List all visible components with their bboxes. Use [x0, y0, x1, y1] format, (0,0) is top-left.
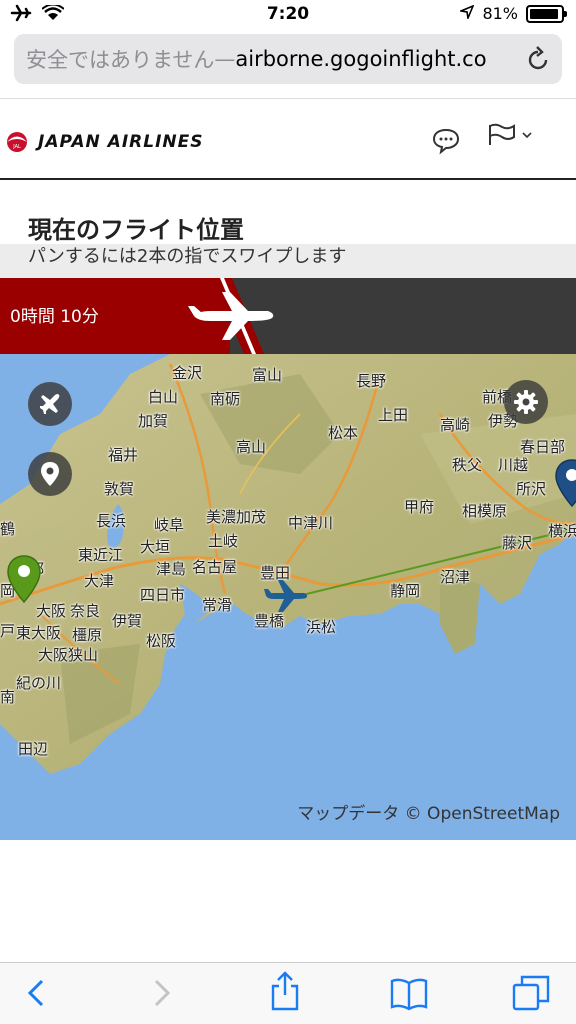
city-label: 松本	[328, 424, 359, 442]
progress-plane-icon	[188, 278, 274, 354]
city-label: 所沢	[516, 480, 547, 498]
svg-text:JAL: JAL	[12, 144, 21, 150]
remaining-time: 0時間 10分	[10, 307, 99, 327]
status-right: 81%	[458, 4, 567, 23]
origin-marker-icon[interactable]	[6, 554, 42, 604]
city-label: 川越	[498, 456, 529, 474]
city-label: 大阪狭山	[38, 646, 99, 664]
battery-percent: 81%	[482, 4, 518, 23]
chevron-down-icon	[522, 132, 532, 139]
book-icon	[390, 978, 428, 1011]
city-label: 加賀	[138, 412, 169, 430]
tabs-button[interactable]	[512, 975, 550, 1015]
city-label: 高崎	[440, 416, 471, 434]
city-label: 静岡	[390, 582, 421, 600]
city-label: 東近江	[78, 546, 124, 564]
city-label: 美濃加茂	[206, 508, 267, 526]
share-icon	[271, 971, 299, 1011]
city-label: 中津川	[288, 514, 334, 532]
chat-button[interactable]	[432, 127, 460, 159]
city-label: 藤沢	[502, 534, 533, 552]
city-label: 鶴	[0, 520, 16, 538]
city-label: 沼津	[440, 568, 471, 586]
city-label: 奈良	[70, 602, 101, 620]
tabs-icon	[512, 975, 550, 1011]
city-label: 横浜	[548, 522, 576, 540]
map-attribution: マップデータ © OpenStreetMap	[297, 804, 560, 824]
battery-icon	[526, 4, 567, 23]
flight-progress-bar: 0時間 10分	[0, 278, 576, 354]
reload-icon[interactable]	[526, 46, 550, 77]
center-aircraft-button[interactable]	[28, 382, 72, 426]
city-label: 四日市	[140, 586, 186, 604]
bookmarks-button[interactable]	[390, 977, 428, 1015]
forward-button[interactable]	[152, 975, 172, 1015]
city-label: 福井	[108, 446, 139, 464]
city-label: 上田	[378, 406, 409, 424]
airplane-icon	[40, 394, 60, 414]
city-label: 伊賀	[112, 612, 143, 630]
status-bar: 7:20 81%	[0, 0, 576, 30]
city-label: 長浜	[96, 512, 127, 530]
aircraft-position-icon	[264, 580, 308, 612]
insecure-label: 安全ではありません	[26, 48, 215, 72]
city-label: 白山	[148, 388, 179, 406]
jal-logo[interactable]: JAL JAPAN AIRLINES	[4, 131, 204, 153]
city-label: 秩父	[452, 456, 483, 474]
city-label: 東大阪	[16, 624, 62, 642]
flag-icon	[489, 123, 515, 145]
language-selector[interactable]	[488, 123, 532, 147]
url-domain: airborne.gogoinflight.co	[235, 47, 487, 71]
crane-logo-icon: JAL	[7, 132, 27, 152]
site-header: JAL JAPAN AIRLINES	[0, 98, 576, 180]
city-label: 津島	[156, 560, 187, 578]
destination-marker-icon[interactable]	[554, 458, 576, 508]
location-pin-button[interactable]	[28, 452, 72, 496]
back-button[interactable]	[26, 975, 46, 1015]
page-title: 現在のフライト位置	[28, 216, 244, 244]
city-label: 浜松	[306, 618, 337, 636]
chat-bubble-icon	[432, 128, 460, 155]
city-label: 大垣	[140, 538, 171, 556]
city-label: 相模原	[462, 502, 508, 520]
chevron-right-icon	[154, 979, 171, 1007]
city-label: 松阪	[146, 632, 177, 650]
chevron-left-icon	[27, 979, 44, 1007]
city-label: 富山	[252, 366, 283, 384]
city-label: 田辺	[18, 740, 49, 758]
city-label: 甲府	[404, 498, 435, 516]
city-label: 高山	[236, 438, 267, 456]
city-label: 南	[0, 688, 16, 706]
browser-toolbar	[0, 962, 576, 1024]
city-label: 岐阜	[154, 516, 185, 534]
location-arrow-icon	[458, 4, 475, 23]
address-bar[interactable]: 安全ではありません — airborne.gogoinflight.co	[14, 34, 562, 84]
city-label: 大津	[84, 572, 115, 590]
flight-map[interactable]: 金沢 富山 長野 白山 南砺 加賀 上田 高崎 伊勢 前橋 春日部 松本 高山 …	[0, 354, 576, 840]
location-pin-icon	[41, 462, 59, 486]
city-label: 敦賀	[104, 480, 135, 498]
share-button[interactable]	[270, 971, 300, 1015]
city-label: 南砺	[210, 390, 241, 408]
city-label: 常滑	[202, 596, 233, 614]
brand-name: JAPAN AIRLINES	[38, 132, 204, 152]
city-label: 土岐	[208, 532, 239, 550]
city-label: 金沢	[172, 364, 203, 382]
swipe-hint: パンするには2本の指でスワイプします	[0, 244, 576, 278]
gear-icon	[514, 390, 538, 414]
map-settings-button[interactable]	[504, 380, 548, 424]
url-separator: —	[214, 47, 236, 71]
city-label: 名古屋	[192, 558, 238, 576]
city-label: 橿原	[72, 626, 103, 644]
city-label: 紀の川	[16, 674, 62, 692]
city-label: 長野	[356, 372, 387, 390]
city-label: 戸	[0, 622, 16, 640]
